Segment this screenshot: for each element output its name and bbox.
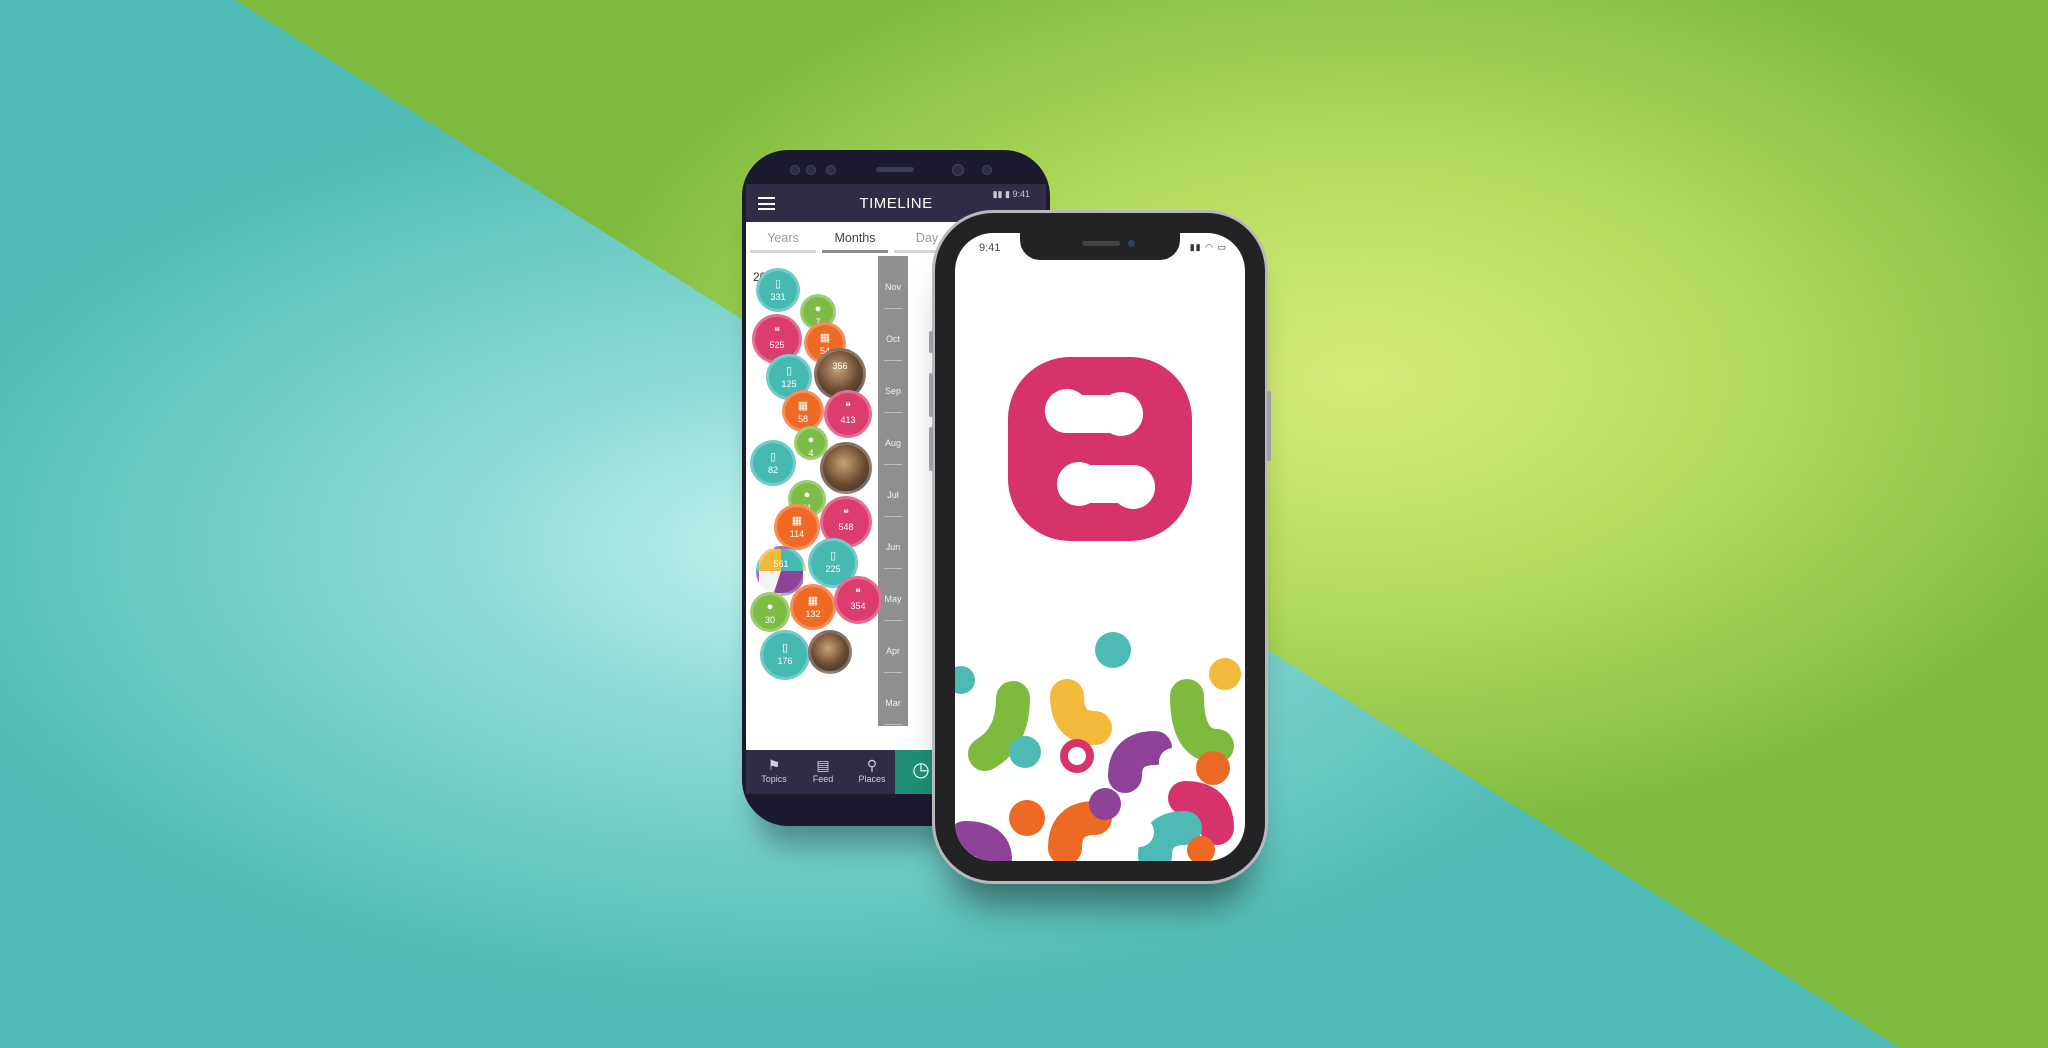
comment-icon: ❝ [774,325,780,338]
promo-stage: TIMELINE ▮▮ ▮ 9:41 Years Months Day 2017… [0,0,2048,1048]
month-divider [884,308,902,309]
month-label[interactable]: Jul [878,490,908,500]
timeline-bubble[interactable]: ▯ 82 [750,440,796,486]
bubble-count: 561 [773,558,789,569]
front-camera-icon [1128,240,1135,247]
nav-item-feed[interactable]: ▤ Feed [799,756,847,784]
nav-label: Places [858,774,886,784]
month-divider [884,360,902,361]
status-icons: ▮▮ ◠ ▭ [1189,242,1227,252]
bookmark-icon: ⚑ [767,757,781,773]
person-icon: ● [803,489,811,502]
tab-months[interactable]: Months [822,231,888,245]
front-camera-icon [952,164,964,176]
bubble-count: 58 [797,413,808,424]
calendar-icon: ▦ [807,594,819,607]
status-time: 9:41 [1012,189,1030,199]
month-divider [884,620,902,621]
nav-label: Topics [761,774,787,784]
bubble-count: 114 [789,528,805,539]
month-scrubber[interactable]: Nov Oct Sep Aug Jul Jun May Apr Mar [878,256,908,726]
calendar-icon: ▦ [797,399,809,412]
timeline-bubble[interactable]: ▦ 58 [782,390,824,432]
tab-years[interactable]: Years [750,231,816,245]
person-icon: ● [807,434,815,447]
notch [1020,233,1180,260]
bubble-count: 176 [777,655,793,666]
bubble-count: 331 [770,292,786,303]
timeline-bubble[interactable]: ▦ 114 [774,504,820,550]
month-divider [884,516,902,517]
earpiece-speaker [1082,241,1120,246]
android-top-bezel [742,150,1050,182]
nav-item-places[interactable]: ⚲ Places [848,756,896,784]
month-label[interactable]: Oct [878,334,908,344]
volume-up-button [929,373,933,417]
comment-icon: ❝ [855,587,861,600]
earpiece-speaker [876,167,914,172]
document-icon: ▯ [774,278,782,291]
month-label[interactable]: Apr [878,646,908,656]
bubble-count: 225 [825,563,841,574]
person-icon: ● [814,302,822,315]
timeline-bubble[interactable] [820,442,872,494]
bubble-count: 30 [764,615,775,626]
side-button [1267,391,1271,461]
month-label[interactable]: May [878,594,908,604]
status-bar: ▮▮ ▮ 9:41 [992,189,1030,199]
month-divider [884,672,902,673]
volume-down-button [929,427,933,471]
bubble-count: 354 [850,601,866,612]
nav-item-topics[interactable]: ⚑ Topics [750,756,798,784]
sensor-icon [826,165,836,175]
document-icon: ▯ [781,641,789,654]
tab-underline [750,250,816,253]
splash-pattern [955,632,1241,861]
iphone-device: 9:41 ▮▮ ◠ ▭ [929,213,1271,881]
bubble-count: 4 [808,448,814,459]
document-icon: ▯ [785,364,793,377]
month-label[interactable]: Sep [878,386,908,396]
bubble-count: 413 [840,415,856,426]
month-label[interactable]: Mar [878,698,908,708]
month-label[interactable]: Aug [878,438,908,448]
active-tab-underline [822,250,888,253]
feed-icon: ▤ [816,757,830,773]
sensor-icon [790,165,800,175]
nav-label: Feed [812,774,834,784]
comment-icon: ❝ [845,401,851,414]
month-divider [884,724,902,725]
month-label[interactable]: Nov [878,282,908,292]
calendar-icon: ▦ [819,331,831,344]
document-icon: ▯ [769,450,777,463]
iphone-screen: 9:41 ▮▮ ◠ ▭ [955,233,1245,861]
bubble-count: 548 [838,522,854,533]
location-pin-icon: ⚲ [866,757,878,773]
mute-switch [929,331,933,353]
comment-icon: ❝ [843,508,849,521]
timeline-bubble[interactable]: ❝ 354 [834,576,882,624]
month-divider [884,412,902,413]
month-divider [884,464,902,465]
bubble-count: 356 [832,361,848,372]
timeline-bubble[interactable]: ❝ 413 [824,390,872,438]
bubble-count: 82 [767,464,778,475]
app-logo-icon [1008,357,1192,541]
timeline-bubble[interactable]: ▦ 132 [790,584,836,630]
timeline-bubble[interactable]: ● 30 [750,592,790,632]
timeline-bubble[interactable] [808,630,852,674]
bubble-count: 525 [769,339,785,350]
bubble-count: 132 [805,608,821,619]
person-icon: ● [766,601,774,614]
month-label[interactable]: Jun [878,542,908,552]
camera-icon [806,165,816,175]
timeline-bubble[interactable]: ▯ 331 [756,268,800,312]
bubble-count: 125 [781,378,797,389]
document-icon: ▯ [829,549,837,562]
timeline-bubble[interactable]: ▯ 176 [760,630,810,680]
month-divider [884,568,902,569]
sensor-icon [982,165,992,175]
status-time: 9:41 [979,242,1001,254]
calendar-icon: ▦ [791,514,803,527]
